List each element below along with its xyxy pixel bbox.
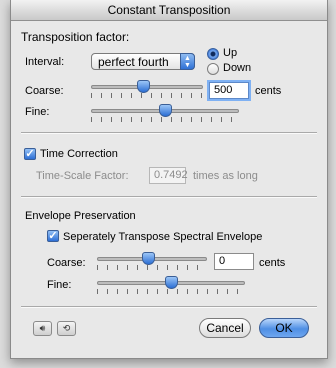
envelope-fine-slider[interactable] xyxy=(97,276,245,294)
dialog-window: Constant Transposition Transposition fac… xyxy=(10,0,328,359)
window-title: Constant Transposition xyxy=(11,0,327,21)
envelope-coarse-label: Coarse: xyxy=(47,257,86,269)
radio-down-label: Down xyxy=(223,62,252,74)
envelope-fine-slider-thumb[interactable] xyxy=(165,276,178,289)
radio-up-label: Up xyxy=(223,47,238,59)
fine-slider-thumb[interactable] xyxy=(159,104,172,117)
radio-down[interactable] xyxy=(207,63,219,75)
spectral-envelope-label: Seperately Transpose Spectral Envelope xyxy=(63,231,263,243)
coarse-unit: cents xyxy=(255,85,282,97)
fine-label: Fine: xyxy=(25,106,50,118)
coarse-slider-ticks xyxy=(91,93,203,98)
time-scale-label: Time-Scale Factor: xyxy=(36,170,129,182)
transposition-heading: Transposition factor: xyxy=(21,30,130,44)
envelope-fine-label: Fine: xyxy=(47,279,72,291)
envelope-coarse-slider-thumb[interactable] xyxy=(141,252,155,265)
fine-slider[interactable] xyxy=(91,104,239,122)
interval-popup-value: perfect fourth xyxy=(98,55,169,69)
time-correction-checkbox[interactable]: ✓ xyxy=(24,148,36,160)
time-scale-input[interactable]: 0.7492 xyxy=(149,167,188,184)
envelope-coarse-slider-ticks xyxy=(97,265,207,270)
time-correction-label: Time Correction xyxy=(40,148,118,160)
loop-icon: ⟲ xyxy=(62,323,71,333)
radio-up[interactable] xyxy=(207,48,219,60)
coarse-input[interactable]: 500 xyxy=(209,82,249,99)
spectral-envelope-checkbox[interactable]: ✓ xyxy=(47,230,59,242)
envelope-fine-slider-ticks xyxy=(97,289,245,294)
cancel-button[interactable]: Cancel xyxy=(199,318,251,338)
separator xyxy=(21,196,317,198)
coarse-slider[interactable] xyxy=(91,80,203,98)
envelope-coarse-input[interactable]: 0 xyxy=(214,253,254,270)
separator xyxy=(21,306,317,308)
envelope-coarse-slider[interactable] xyxy=(97,252,207,270)
fine-slider-ticks xyxy=(91,117,239,122)
interval-label: Interval: xyxy=(25,56,65,68)
separator xyxy=(21,132,317,134)
ok-button[interactable]: OK xyxy=(259,318,309,338)
speaker-icon: 🔊︎ xyxy=(39,323,46,333)
interval-popup[interactable]: perfect fourth ▲ ▼ xyxy=(91,53,195,70)
time-scale-suffix: times as long xyxy=(193,170,258,182)
coarse-slider-thumb[interactable] xyxy=(136,80,150,93)
envelope-heading: Envelope Preservation xyxy=(25,210,136,222)
coarse-label: Coarse: xyxy=(25,85,64,97)
chevron-updown-icon: ▲ ▼ xyxy=(180,53,195,70)
loop-button[interactable]: ⟲ xyxy=(57,321,76,336)
envelope-coarse-unit: cents xyxy=(259,257,286,269)
preview-button[interactable]: 🔊︎ xyxy=(33,321,52,336)
